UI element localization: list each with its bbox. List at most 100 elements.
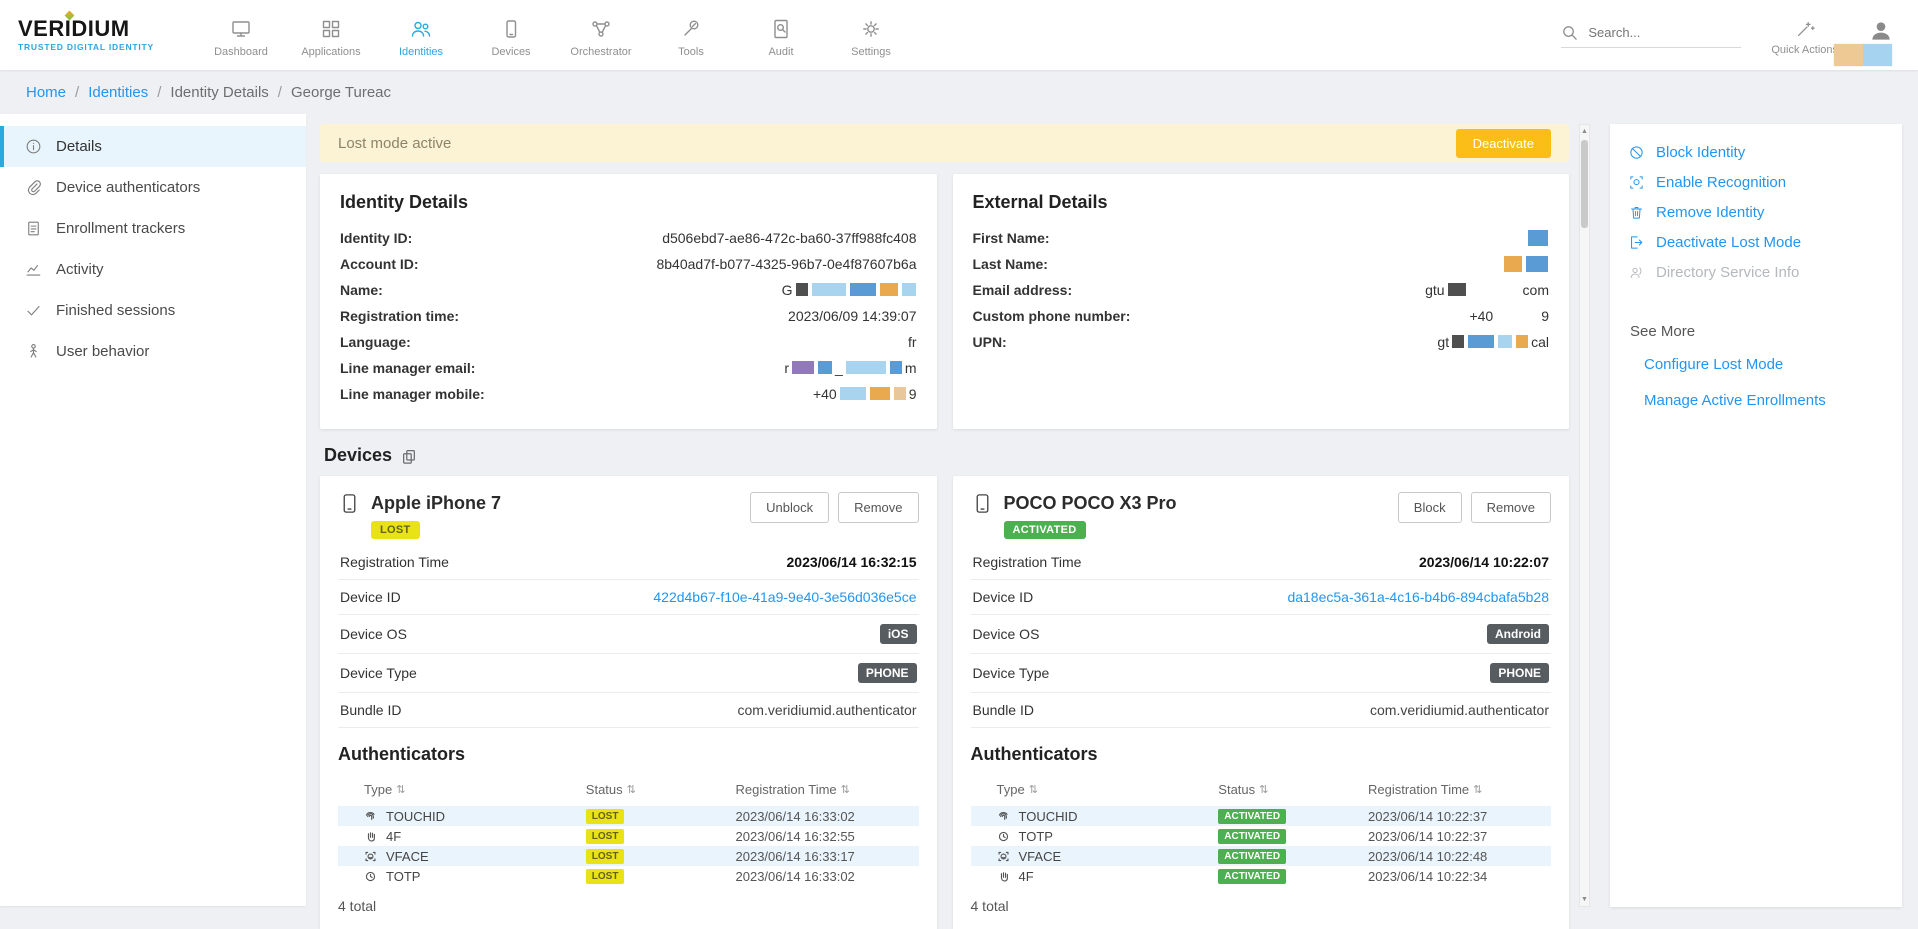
- card-title: External Details: [973, 192, 1550, 213]
- scroll-down-icon[interactable]: [1580, 893, 1589, 906]
- face-recognition-icon: [1628, 174, 1645, 191]
- scrollbar-thumb[interactable]: [1581, 140, 1588, 228]
- sidebar-item-details[interactable]: Details: [0, 126, 306, 167]
- sidebar-item-user-behavior[interactable]: User behavior: [0, 331, 306, 372]
- check-icon: [24, 301, 43, 320]
- paperclip-icon: [24, 178, 43, 197]
- right-actions-panel: Block Identity Enable Recognition Remove…: [1610, 124, 1902, 907]
- directory-service-info-link[interactable]: Directory Service Info: [1628, 264, 1888, 281]
- column-header-type[interactable]: Type: [997, 782, 1219, 797]
- nav-item-tools[interactable]: Tools: [646, 13, 736, 58]
- deactivate-lost-mode-button[interactable]: Deactivate: [1456, 129, 1551, 158]
- info-icon: [24, 137, 43, 156]
- field-label: Registration time:: [340, 308, 459, 324]
- remove-device-button[interactable]: Remove: [838, 492, 918, 523]
- column-header-status[interactable]: Status: [586, 782, 736, 797]
- registration-time-value: 2023/06/14 16:32:15: [787, 554, 917, 570]
- authenticator-status-badge: LOST: [586, 809, 625, 824]
- sidebar-item-device-authenticators[interactable]: Device authenticators: [0, 167, 306, 208]
- remove-device-button[interactable]: Remove: [1471, 492, 1551, 523]
- fingerprint-icon: [364, 810, 377, 823]
- smartphone-icon: [338, 492, 361, 515]
- sidebar-item-label: Enrollment trackers: [56, 220, 185, 237]
- field-label: Last Name:: [973, 256, 1048, 272]
- breadcrumb-separator: /: [278, 84, 282, 101]
- brand-name: VERIDIUM: [18, 18, 178, 40]
- breadcrumb-separator: /: [75, 84, 79, 101]
- sidebar-item-label: User behavior: [56, 343, 149, 360]
- sidebar-item-activity[interactable]: Activity: [0, 249, 306, 290]
- detail-row: Email address: gtu com: [973, 281, 1550, 298]
- column-header-status[interactable]: Status: [1218, 782, 1368, 797]
- remove-identity-link[interactable]: Remove Identity: [1628, 204, 1888, 221]
- authenticator-row: TOUCHID LOST 2023/06/14 16:33:02: [338, 806, 919, 826]
- field-value-redacted: gtu com: [1425, 282, 1549, 298]
- device-status-badge: LOST: [371, 521, 420, 539]
- search-box: [1561, 24, 1741, 48]
- scroll-up-icon[interactable]: [1580, 125, 1589, 138]
- nav-item-audit[interactable]: Audit: [736, 13, 826, 58]
- authenticators-table: TOUCHID LOST 2023/06/14 16:33:02 4F LOST…: [338, 806, 919, 886]
- brand-tagline: TRUSTED DIGITAL IDENTITY: [18, 42, 178, 52]
- search-input[interactable]: [1588, 25, 1728, 40]
- field-value-redacted: gt cal: [1437, 334, 1549, 350]
- nav-item-identities[interactable]: Identities: [376, 13, 466, 58]
- field-label: Line manager mobile:: [340, 386, 485, 402]
- nav-item-orchestrator[interactable]: Orchestrator: [556, 13, 646, 58]
- breadcrumb-identities[interactable]: Identities: [88, 84, 148, 101]
- nav-item-applications[interactable]: Applications: [286, 13, 376, 58]
- nav-item-settings[interactable]: Settings: [826, 13, 916, 58]
- column-header-registration-time[interactable]: Registration Time: [1368, 782, 1551, 797]
- column-header-type[interactable]: Type: [364, 782, 586, 797]
- see-more-heading: See More: [1630, 323, 1888, 340]
- manage-active-enrollments-link[interactable]: Manage Active Enrollments: [1644, 392, 1888, 409]
- field-label: Language:: [340, 334, 411, 350]
- activity-chart-icon: [24, 260, 43, 279]
- sort-icon: [1029, 783, 1038, 796]
- vertical-scrollbar[interactable]: [1579, 124, 1590, 907]
- card-title: Identity Details: [340, 192, 917, 213]
- device-field-row: Device IDda18ec5a-361a-4c16-b4b6-894cbaf…: [971, 580, 1552, 615]
- detail-row: Language: fr: [340, 333, 917, 350]
- sort-icon: [396, 783, 405, 796]
- main-nav: Dashboard Applications Identities Device…: [196, 13, 916, 58]
- detail-row: Registration time: 2023/06/09 14:39:07: [340, 307, 917, 324]
- device-card-poco-x3-pro: POCO POCO X3 Pro ACTIVATED Block Remove …: [953, 476, 1570, 929]
- nav-item-devices[interactable]: Devices: [466, 13, 556, 58]
- configure-lost-mode-link[interactable]: Configure Lost Mode: [1644, 356, 1888, 373]
- page-layout: Details Device authenticators Enrollment…: [0, 114, 1918, 929]
- device-status-badge: ACTIVATED: [1004, 521, 1086, 539]
- quick-actions-button[interactable]: Quick Actions: [1771, 14, 1838, 56]
- authenticators-table-header: Type Status Registration Time: [971, 775, 1552, 806]
- sidebar-item-enrollment-trackers[interactable]: Enrollment trackers: [0, 208, 306, 249]
- device-id-link[interactable]: da18ec5a-361a-4c16-b4b6-894cbafa5b28: [1287, 589, 1549, 605]
- device-card-apple-iphone-7: Apple iPhone 7 LOST Unblock Remove Regis…: [320, 476, 937, 929]
- people-icon: [409, 17, 433, 41]
- unblock-device-button[interactable]: Unblock: [750, 492, 829, 523]
- wrench-icon: [679, 17, 703, 41]
- sidebar-item-finished-sessions[interactable]: Finished sessions: [0, 290, 306, 331]
- device-field-row: Bundle IDcom.veridiumid.authenticator: [338, 693, 919, 728]
- block-identity-link[interactable]: Block Identity: [1628, 144, 1888, 161]
- nav-label: Dashboard: [214, 46, 268, 58]
- user-color-blocks: [1834, 44, 1892, 66]
- nav-item-dashboard[interactable]: Dashboard: [196, 13, 286, 58]
- user-avatar-icon[interactable]: [1868, 14, 1894, 44]
- breadcrumb-home[interactable]: Home: [26, 84, 66, 101]
- registration-time-value: 2023/06/14 10:22:07: [1419, 554, 1549, 570]
- monitor-icon: [229, 17, 253, 41]
- authenticators-table: TOUCHID ACTIVATED 2023/06/14 10:22:37 TO…: [971, 806, 1552, 886]
- bundle-id-value: com.veridiumid.authenticator: [1370, 702, 1549, 718]
- block-device-button[interactable]: Block: [1398, 492, 1462, 523]
- enable-recognition-link[interactable]: Enable Recognition: [1628, 174, 1888, 191]
- tracker-list-icon: [24, 219, 43, 238]
- deactivate-lost-mode-link[interactable]: Deactivate Lost Mode: [1628, 234, 1888, 251]
- copy-icon[interactable]: [401, 448, 417, 464]
- otp-clock-icon: [997, 830, 1010, 843]
- column-header-registration-time[interactable]: Registration Time: [736, 782, 919, 797]
- authenticator-row: TOUCHID ACTIVATED 2023/06/14 10:22:37: [971, 806, 1552, 826]
- device-type-badge: PHONE: [858, 663, 917, 683]
- sidebar-item-label: Device authenticators: [56, 179, 200, 196]
- devices-section-title: Devices: [324, 445, 1569, 466]
- device-id-link[interactable]: 422d4b67-f10e-41a9-9e40-3e56d036e5ce: [653, 589, 916, 605]
